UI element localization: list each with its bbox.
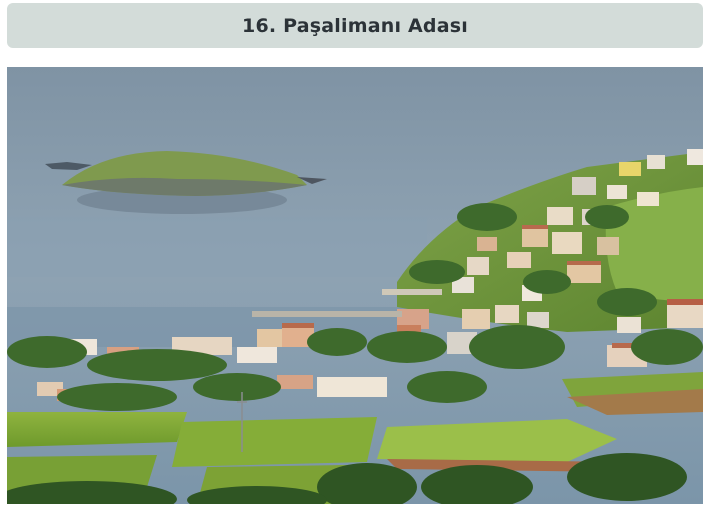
photo-illustration bbox=[7, 67, 703, 504]
page-title: 16. Paşalimanı Adası bbox=[242, 14, 468, 37]
page: 16. Paşalimanı Adası bbox=[0, 0, 703, 505]
pier bbox=[252, 311, 402, 317]
island-photo bbox=[7, 67, 703, 504]
title-bar: 16. Paşalimanı Adası bbox=[7, 3, 703, 48]
